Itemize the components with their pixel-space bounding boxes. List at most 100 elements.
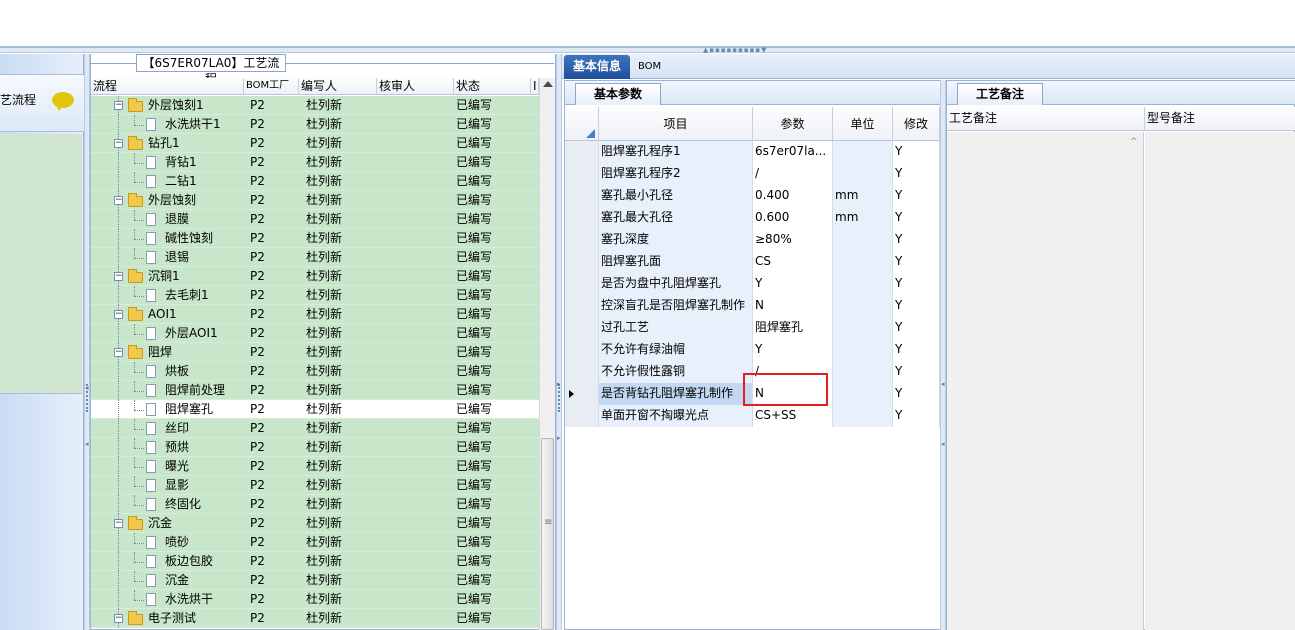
tree-row[interactable]: − 外层蚀刻 P2 杜列新 已编写 [91, 191, 539, 210]
param-modify-cell[interactable]: Y [893, 273, 940, 295]
tree-node[interactable]: 烘板 [91, 362, 244, 381]
row-indicator[interactable] [565, 185, 599, 207]
tree-node[interactable]: − 沉金 [91, 514, 244, 533]
tree-node[interactable]: 曝光 [91, 457, 244, 476]
param-value-input[interactable]: Y [753, 339, 833, 361]
tree-row[interactable]: 阻焊前处理 P2 杜列新 已编写 [91, 381, 539, 400]
tree-row[interactable]: − AOI1 P2 杜列新 已编写 [91, 305, 539, 324]
tree-node[interactable]: − 外层蚀刻1 [91, 96, 244, 115]
tree-row[interactable]: − 沉铜1 P2 杜列新 已编写 [91, 267, 539, 286]
param-row[interactable]: 阻焊塞孔程序1 6s7er07la... Y [565, 141, 940, 163]
param-modify-cell[interactable]: Y [893, 141, 940, 163]
param-value-input[interactable]: 6s7er07la... [753, 141, 833, 163]
tree-vertical-scrollbar[interactable] [539, 78, 555, 630]
tree-column-header-2[interactable]: 编写人 [299, 78, 377, 95]
param-row[interactable]: 不允许有绿油帽 Y Y [565, 339, 940, 361]
param-modify-cell[interactable]: Y [893, 185, 940, 207]
collapse-icon[interactable]: − [114, 101, 123, 110]
param-modify-cell[interactable]: Y [893, 295, 940, 317]
param-row[interactable]: 塞孔最大孔径 0.600 mm Y [565, 207, 940, 229]
param-value-input[interactable]: CS [753, 251, 833, 273]
nav-item-process-flow[interactable]: 艺流程 [0, 91, 36, 108]
param-row[interactable]: 是否为盘中孔阻焊塞孔 Y Y [565, 273, 940, 295]
tree-node[interactable]: − 阻焊 [91, 343, 244, 362]
tree-node[interactable]: − 沉铜1 [91, 267, 244, 286]
splitter-arrow-icon[interactable]: ◂ [941, 440, 945, 448]
tree-node[interactable]: 水洗烘干 [91, 590, 244, 609]
scroll-up-arrow-icon[interactable] [543, 81, 553, 87]
collapse-icon[interactable]: − [114, 196, 123, 205]
param-value-input[interactable]: ≥80% [753, 229, 833, 251]
tree-row[interactable]: 板边包胶 P2 杜列新 已编写 [91, 552, 539, 571]
tree-row[interactable]: 水洗烘干1 P2 杜列新 已编写 [91, 115, 539, 134]
param-row[interactable]: 塞孔深度 ≥80% Y [565, 229, 940, 251]
param-value-input[interactable]: / [753, 163, 833, 185]
tree-node[interactable]: 终固化 [91, 495, 244, 514]
param-row[interactable]: 控深盲孔是否阻焊塞孔制作 N Y [565, 295, 940, 317]
tree-row[interactable]: 喷砂 P2 杜列新 已编写 [91, 533, 539, 552]
tree-row[interactable]: 烘板 P2 杜列新 已编写 [91, 362, 539, 381]
param-modify-cell[interactable]: Y [893, 317, 940, 339]
tree-row[interactable]: 终固化 P2 杜列新 已编写 [91, 495, 539, 514]
param-row[interactable]: 阻焊塞孔面 CS Y [565, 251, 940, 273]
tree-row[interactable]: − 电子测试 P2 杜列新 已编写 [91, 609, 539, 628]
tree-node[interactable]: 显影 [91, 476, 244, 495]
tree-row[interactable]: 退膜 P2 杜列新 已编写 [91, 210, 539, 229]
chat-bubble-icon[interactable] [52, 92, 74, 111]
tree-row[interactable]: 丝印 P2 杜列新 已编写 [91, 419, 539, 438]
param-modify-cell[interactable]: Y [893, 339, 940, 361]
middle-vertical-splitter[interactable]: ▸ ▸ [556, 54, 562, 630]
model-note-textarea[interactable] [1145, 132, 1295, 630]
param-modify-cell[interactable]: Y [893, 361, 940, 383]
tree-node[interactable]: 去毛刺1 [91, 286, 244, 305]
param-value-input[interactable]: N [753, 295, 833, 317]
tree-column-header-0[interactable]: 流程 [91, 78, 244, 95]
horizontal-splitter[interactable] [0, 48, 1295, 53]
param-row[interactable]: 单面开窗不掏曝光点 CS+SS Y [565, 405, 940, 427]
scroll-up-caret-icon[interactable]: ^ [1130, 137, 1138, 147]
tree-node[interactable]: 阻焊前处理 [91, 381, 244, 400]
splitter-arrow-icon[interactable]: ◂ [85, 440, 89, 448]
column-header-model-note[interactable]: 型号备注 [1145, 107, 1295, 131]
tree-node[interactable]: 喷砂 [91, 533, 244, 552]
tab-process-notes[interactable]: 工艺备注 [957, 83, 1043, 105]
tree-node[interactable]: 板边包胶 [91, 552, 244, 571]
tree-node[interactable]: 沉金 [91, 571, 244, 590]
tree-node[interactable]: 水洗烘干1 [91, 115, 244, 134]
tree-row[interactable]: − 钻孔1 P2 杜列新 已编写 [91, 134, 539, 153]
param-modify-cell[interactable]: Y [893, 163, 940, 185]
row-indicator[interactable] [565, 163, 599, 185]
row-indicator[interactable] [565, 361, 599, 383]
param-modify-cell[interactable]: Y [893, 383, 940, 405]
tree-row[interactable]: 预烘 P2 杜列新 已编写 [91, 438, 539, 457]
tab-bom[interactable]: BOM [638, 56, 668, 78]
tree-node[interactable]: − 钻孔1 [91, 134, 244, 153]
tree-row[interactable]: 碱性蚀刻 P2 杜列新 已编写 [91, 229, 539, 248]
tree-node[interactable]: − 外层蚀刻 [91, 191, 244, 210]
tree-row[interactable]: − 沉金 P2 杜列新 已编写 [91, 514, 539, 533]
param-modify-cell[interactable]: Y [893, 207, 940, 229]
splitter-arrow-icon[interactable]: ▸ [557, 380, 561, 388]
param-value-input[interactable]: Y [753, 273, 833, 295]
tree-row[interactable]: 背钻1 P2 杜列新 已编写 [91, 153, 539, 172]
tree-row[interactable]: 外层AOI1 P2 杜列新 已编写 [91, 324, 539, 343]
tree-column-header-1[interactable]: BOM工厂 [244, 78, 299, 95]
collapse-icon[interactable]: − [114, 348, 123, 357]
tree-node[interactable]: 退锡 [91, 248, 244, 267]
splitter-arrow-icon[interactable]: ◂ [941, 380, 945, 388]
tree-row[interactable]: 水洗烘干 P2 杜列新 已编写 [91, 590, 539, 609]
splitter-arrow-icon[interactable]: ◂ [85, 384, 89, 392]
tree-column-header-3[interactable]: 核审人 [377, 78, 454, 95]
param-value-input[interactable]: 0.400 [753, 185, 833, 207]
param-modify-cell[interactable]: Y [893, 251, 940, 273]
param-value-input[interactable]: 阻焊塞孔 [753, 317, 833, 339]
scrollbar-thumb[interactable] [541, 438, 554, 630]
row-indicator[interactable] [565, 405, 599, 427]
tree-node[interactable]: 外层AOI1 [91, 324, 244, 343]
param-modify-cell[interactable]: Y [893, 229, 940, 251]
collapse-icon[interactable]: − [114, 272, 123, 281]
tree-node[interactable]: 阻焊塞孔 [91, 400, 244, 419]
tree-row[interactable]: 曝光 P2 杜列新 已编写 [91, 457, 539, 476]
param-row[interactable]: 塞孔最小孔径 0.400 mm Y [565, 185, 940, 207]
column-header-unit[interactable]: 单位 [833, 107, 893, 141]
